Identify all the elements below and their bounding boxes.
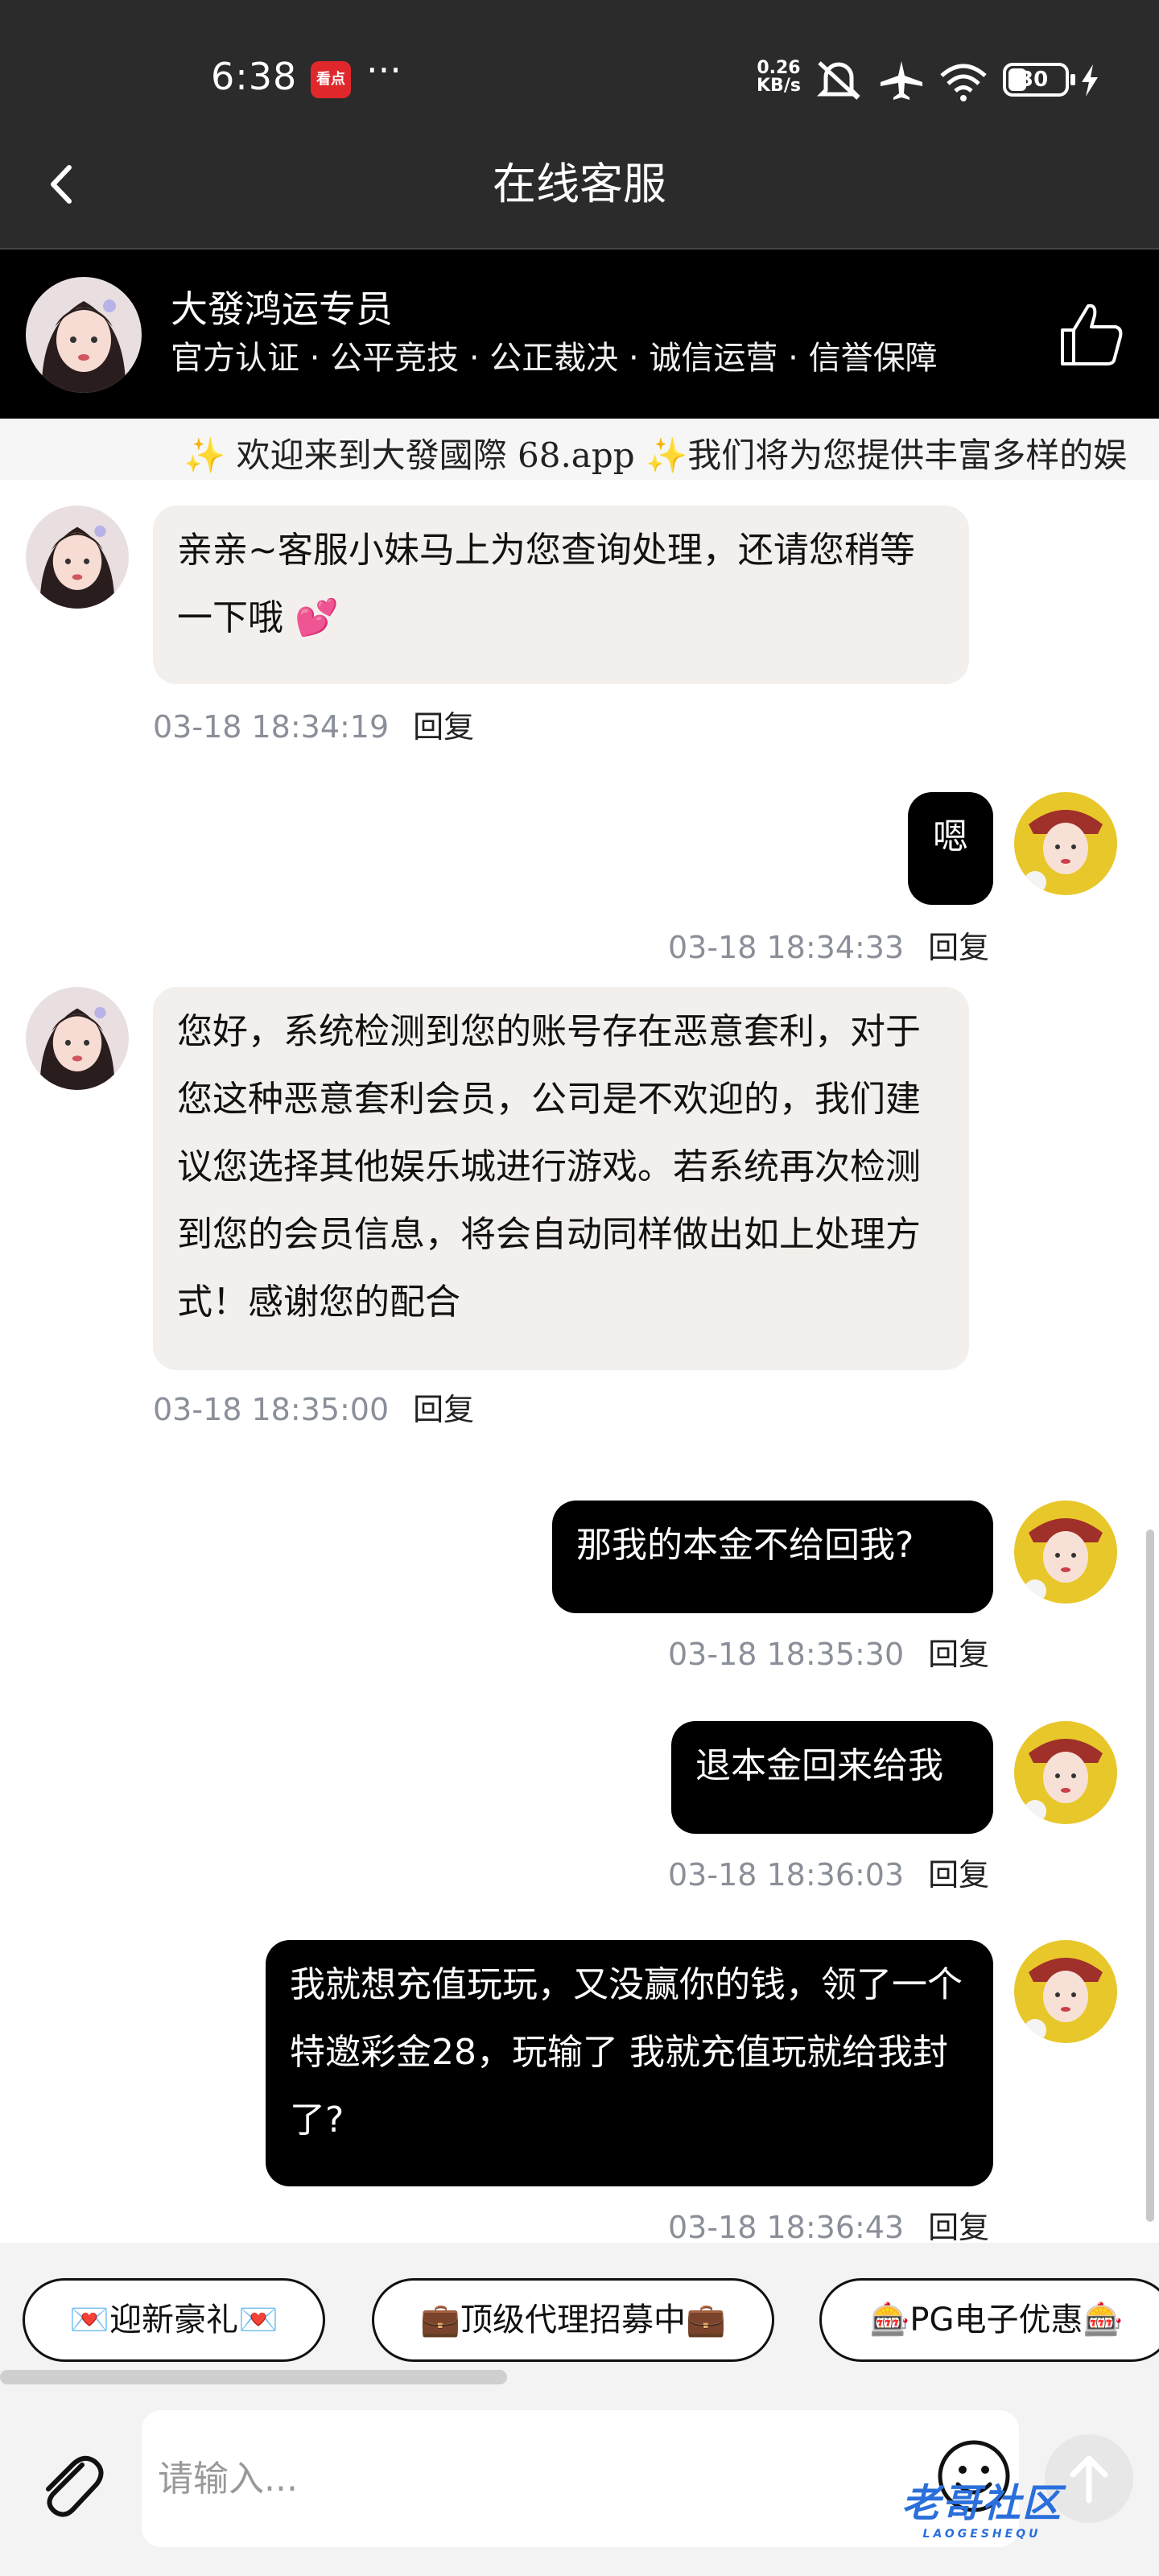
announcement-marquee: ✨ 欢迎来到大發國際 68.app ✨我们将为您提供丰富多样的娱 [0, 419, 1159, 480]
watermark-logo: 老哥社区 LAOGESHEQU [901, 2481, 1063, 2541]
chat-list: 亲亲~客服小妹马上为您查询处理，还请您稍等一下哦 💕 03-18 18:34:1… [0, 480, 1159, 2243]
message-bubble: 我就想充值玩玩，又没赢你的钱，领了一个特邀彩金28，玩输了 我就充值玩就给我封了… [266, 1940, 993, 2186]
airplane-mode-icon [881, 61, 922, 100]
quick-bar-scrollbar[interactable] [0, 2370, 507, 2384]
message-time: 03-18 18:35:00 [153, 1392, 390, 1427]
message-bubble: 嗯 [908, 792, 993, 905]
user-avatar [1014, 1940, 1117, 2043]
reply-button[interactable]: 回复 [413, 709, 474, 745]
message-time: 03-18 18:36:43 [668, 2210, 905, 2243]
status-bar: 6:38 看点 ··· 0.26 KB/s 30 [0, 0, 1159, 121]
message-meta: 03-18 18:34:33 回复 [668, 923, 989, 967]
message-incoming: 您好，系统检测到您的账号存在恶意套利，对于您这种恶意套利会员，公司是不欢迎的，我… [0, 985, 1159, 1427]
message-bubble: 您好，系统检测到您的账号存在恶意套利，对于您这种恶意套利会员，公司是不欢迎的，我… [153, 987, 969, 1370]
message-time: 03-18 18:36:03 [668, 1857, 905, 1893]
message-input-box [142, 2410, 1019, 2547]
agent-avatar [26, 987, 129, 1090]
clock: 6:38 [211, 55, 298, 98]
battery-level: 30 [1019, 68, 1049, 92]
message-meta: 03-18 18:35:00 回复 [153, 1385, 474, 1429]
app-notification-icon: 看点 [311, 61, 351, 98]
agent-avatar [26, 506, 129, 609]
quick-button-agent-recruit[interactable]: 💼顶级代理招募中💼 [372, 2278, 774, 2362]
user-avatar [1014, 792, 1117, 895]
wifi-icon [940, 64, 987, 101]
message-meta: 03-18 18:36:03 回复 [668, 1850, 989, 1894]
message-time: 03-18 18:35:30 [668, 1637, 905, 1672]
message-time: 03-18 18:34:33 [668, 930, 905, 965]
battery-icon: 30 [1003, 63, 1075, 97]
message-outgoing: 那我的本金不给回我? 03-18 18:35:30 回复 [0, 1499, 1159, 1684]
reply-button[interactable]: 回复 [928, 930, 989, 965]
message-bubble: 亲亲~客服小妹马上为您查询处理，还请您稍等一下哦 💕 [153, 506, 969, 684]
agent-tags: 官方认证 · 公平竞技 · 公正裁决 · 诚信运营 · 信誉保障 [171, 340, 938, 377]
message-meta: 03-18 18:36:43 回复 [668, 2202, 989, 2243]
message-input[interactable] [158, 2450, 882, 2507]
message-outgoing: 嗯 03-18 18:34:33 回复 [0, 786, 1159, 971]
agent-avatar [26, 277, 142, 393]
message-time: 03-18 18:34:19 [153, 709, 390, 745]
network-speed: 0.26 KB/s [757, 58, 801, 96]
paperclip-icon[interactable] [32, 2447, 109, 2524]
reply-button[interactable]: 回复 [928, 1857, 989, 1893]
reply-button[interactable]: 回复 [928, 2210, 989, 2243]
quick-button-pg-promo[interactable]: 🎰PG电子优惠🎰 [819, 2278, 1159, 2362]
message-outgoing: 我就想充值玩玩，又没赢你的钱，领了一个特邀彩金28，玩输了 我就充值玩就给我封了… [0, 1938, 1159, 2243]
quick-button-welcome-gift[interactable]: 💌迎新豪礼💌 [23, 2278, 325, 2362]
page-title: 在线客服 [493, 159, 666, 209]
chat-scrollbar[interactable] [1146, 1530, 1154, 2222]
reply-button[interactable]: 回复 [928, 1637, 989, 1672]
mute-icon [816, 61, 861, 100]
message-bubble: 退本金回来给我 [671, 1721, 993, 1834]
message-bubble: 那我的本金不给回我? [552, 1501, 993, 1613]
more-notifications-icon: ··· [366, 48, 402, 92]
announcement-text: ✨ 欢迎来到大發國際 68.app ✨我们将为您提供丰富多样的娱 [184, 436, 1128, 475]
message-incoming: 亲亲~客服小妹马上为您查询处理，还请您稍等一下哦 💕 03-18 18:34:1… [0, 480, 1159, 745]
quick-reply-bar: 💌迎新豪礼💌 💼顶级代理招募中💼 🎰PG电子优惠🎰 [0, 2243, 1159, 2388]
thumbs-up-icon[interactable] [1054, 298, 1127, 370]
reply-button[interactable]: 回复 [413, 1392, 474, 1427]
message-meta: 03-18 18:34:19 回复 [153, 702, 474, 746]
agent-name: 大發鸿运专员 [171, 287, 393, 331]
agent-header: 大發鸿运专员 官方认证 · 公平竞技 · 公正裁决 · 诚信运营 · 信誉保障 [0, 250, 1159, 419]
user-avatar [1014, 1501, 1117, 1604]
charging-icon [1082, 64, 1098, 97]
user-avatar [1014, 1721, 1117, 1824]
nav-bar: 在线客服 [0, 121, 1159, 250]
message-outgoing: 退本金回来给我 03-18 18:36:03 回复 [0, 1719, 1159, 1905]
message-meta: 03-18 18:35:30 回复 [668, 1629, 989, 1674]
